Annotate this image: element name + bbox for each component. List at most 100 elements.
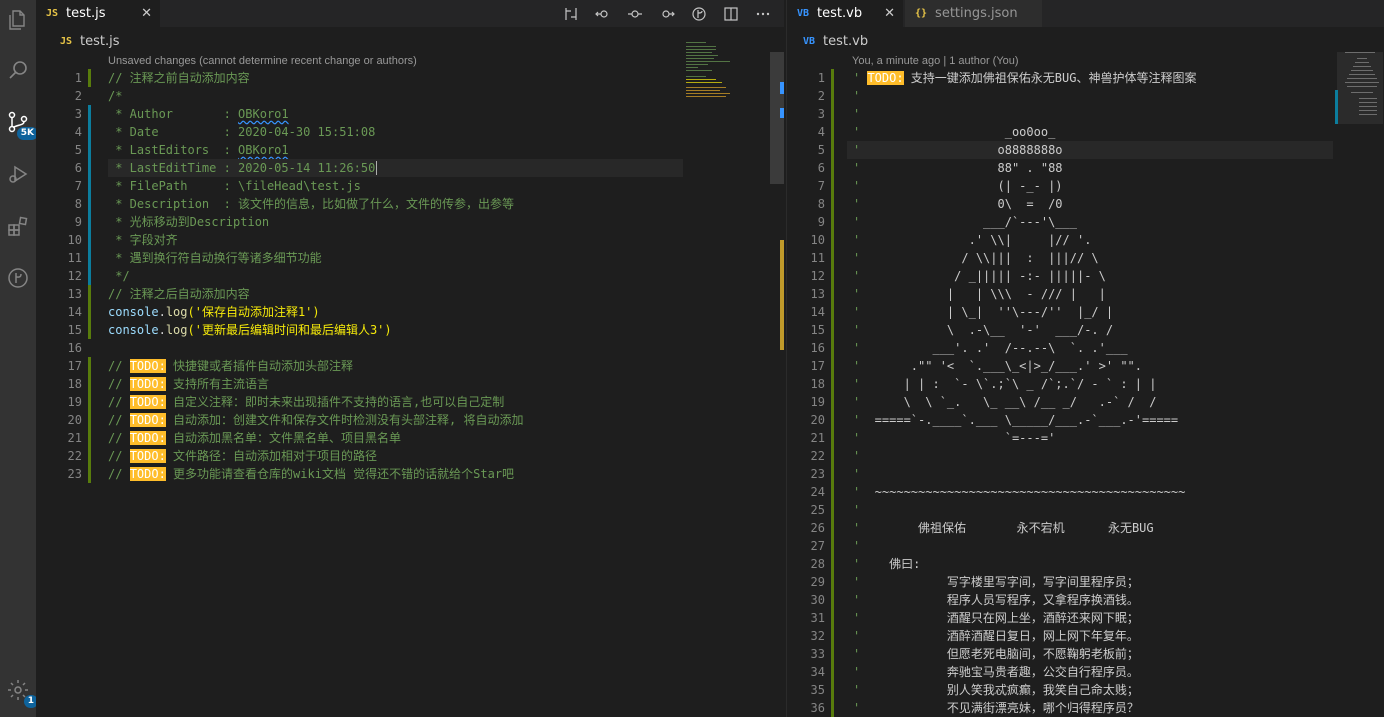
- gutter-change-indicator[interactable]: [831, 321, 834, 339]
- go-forward-icon[interactable]: [658, 5, 676, 23]
- gutter-change-indicator[interactable]: [831, 519, 834, 537]
- codelens-authorship[interactable]: Unsaved changes (cannot determine recent…: [108, 55, 417, 67]
- gutter-change-indicator[interactable]: [88, 303, 91, 321]
- code-line[interactable]: 24 ' ~~~~~~~~~~~~~~~~~~~~~~~~~~~~~~~~~~~~…: [787, 483, 1384, 501]
- gutter-change-indicator[interactable]: [831, 573, 834, 591]
- tab-test-vb[interactable]: VB test.vb ✕: [787, 0, 904, 27]
- code-line[interactable]: 14 ' | \_| ''\---/'' |_/ |: [787, 303, 1384, 321]
- gutter-change-indicator[interactable]: [831, 303, 834, 321]
- gutter-change-indicator[interactable]: [88, 411, 91, 429]
- more-actions-icon[interactable]: [754, 5, 772, 23]
- code-line[interactable]: 4 * Date : 2020-04-30 15:51:08: [36, 123, 784, 141]
- source-control-icon[interactable]: 5K: [4, 108, 38, 140]
- code-line[interactable]: 29 ' 写字楼里写字间，写字间里程序员；: [787, 573, 1384, 591]
- code-line[interactable]: 6 ' 88" . "88: [787, 159, 1384, 177]
- gutter-change-indicator[interactable]: [831, 267, 834, 285]
- code-line[interactable]: 23 ': [787, 465, 1384, 483]
- gutter-change-indicator[interactable]: [831, 555, 834, 573]
- gutter-change-indicator[interactable]: [831, 483, 834, 501]
- code-line[interactable]: 14 console.log('保存自动添加注释1'): [36, 303, 784, 321]
- gutter-change-indicator[interactable]: [831, 699, 834, 717]
- code-line[interactable]: 27 ': [787, 537, 1384, 555]
- gutter-change-indicator[interactable]: [831, 663, 834, 681]
- gutter-change-indicator[interactable]: [88, 285, 91, 303]
- code-line[interactable]: 5 * LastEditors : OBKoro1: [36, 141, 784, 159]
- gutter-change-indicator[interactable]: [88, 213, 91, 231]
- code-line[interactable]: 30 ' 程序人员写程序，又拿程序换酒钱。: [787, 591, 1384, 609]
- code-line[interactable]: 9 ' ___/`---'\___: [787, 213, 1384, 231]
- gutter-change-indicator[interactable]: [88, 177, 91, 195]
- code-line[interactable]: 21 ' `=---=': [787, 429, 1384, 447]
- code-line[interactable]: 3 * Author : OBKoro1: [36, 105, 784, 123]
- code-line[interactable]: 5 ' o8888888o: [787, 141, 1384, 159]
- tab-test-js[interactable]: JS test.js ✕: [36, 0, 161, 27]
- spellcheck-squiggle[interactable]: OBKoro1: [238, 107, 289, 121]
- code-line[interactable]: 9 * 光标移动到Description: [36, 213, 784, 231]
- go-back-icon[interactable]: [594, 5, 612, 23]
- code-line[interactable]: 4 ' _oo0oo_: [787, 123, 1384, 141]
- gutter-change-indicator[interactable]: [88, 447, 91, 465]
- code-line[interactable]: 17 ' ."" '< `.___\_<|>_/___.' >' "".: [787, 357, 1384, 375]
- code-line[interactable]: 34 ' 奔驰宝马贵者趣，公交自行程序员。: [787, 663, 1384, 681]
- code-line[interactable]: 13 // 注释之后自动添加内容: [36, 285, 784, 303]
- code-line[interactable]: 7 * FilePath : \fileHead\test.js: [36, 177, 784, 195]
- code-line[interactable]: 8 ' 0\ = /0: [787, 195, 1384, 213]
- gutter-change-indicator[interactable]: [831, 339, 834, 357]
- gutter-change-indicator[interactable]: [88, 465, 91, 483]
- gutter-change-indicator[interactable]: [831, 393, 834, 411]
- code-line[interactable]: 33 ' 但愿老死电脑间，不愿鞠躬老板前；: [787, 645, 1384, 663]
- split-editor-icon[interactable]: [722, 5, 740, 23]
- git-lens-icon[interactable]: [690, 5, 708, 23]
- code-line[interactable]: 21 // TODO: 自动添加黑名单：文件黑名单、项目黑名单: [36, 429, 784, 447]
- code-line[interactable]: 18 ' | | : `- \`.;`\ _ /`;.`/ - ` : | |: [787, 375, 1384, 393]
- gutter-change-indicator[interactable]: [88, 267, 91, 285]
- code-line[interactable]: 16: [36, 339, 784, 357]
- gutter-change-indicator[interactable]: [88, 195, 91, 213]
- code-line[interactable]: 26 ' 佛祖保佑 永不宕机 永无BUG: [787, 519, 1384, 537]
- gutter-change-indicator[interactable]: [831, 681, 834, 699]
- gutter-change-indicator[interactable]: [831, 591, 834, 609]
- gutter-change-indicator[interactable]: [88, 357, 91, 375]
- code-line[interactable]: 20 ' =====`-.____`.___ \_____/___.-`___.-…: [787, 411, 1384, 429]
- gutter-change-indicator[interactable]: [831, 105, 834, 123]
- gutter-change-indicator[interactable]: [831, 141, 834, 159]
- code-line[interactable]: 10 * 字段对齐: [36, 231, 784, 249]
- code-line[interactable]: 22 ': [787, 447, 1384, 465]
- code-line[interactable]: 22 // TODO: 文件路径：自动添加相对于项目的路径: [36, 447, 784, 465]
- code-line[interactable]: 17 // TODO: 快捷键或者插件自动添加头部注释: [36, 357, 784, 375]
- compare-changes-icon[interactable]: [562, 5, 580, 23]
- minimap-slider[interactable]: [1337, 52, 1383, 124]
- code-line[interactable]: 15 ' \ .-\__ '-' ___/-. /: [787, 321, 1384, 339]
- gutter-change-indicator[interactable]: [831, 159, 834, 177]
- code-line[interactable]: 35 ' 别人笑我忒疯癫，我笑自己命太贱；: [787, 681, 1384, 699]
- run-debug-icon[interactable]: [4, 160, 32, 188]
- gutter-change-indicator[interactable]: [88, 429, 91, 447]
- code-line[interactable]: 18 // TODO: 支持所有主流语言: [36, 375, 784, 393]
- code-line[interactable]: 15 console.log('更新最后编辑时间和最后编辑人3'): [36, 321, 784, 339]
- code-line[interactable]: 28 ' 佛曰:: [787, 555, 1384, 573]
- gutter-change-indicator[interactable]: [88, 393, 91, 411]
- gutter-change-indicator[interactable]: [831, 249, 834, 267]
- code-line[interactable]: 7 ' (| -_- |): [787, 177, 1384, 195]
- gutter-change-indicator[interactable]: [831, 447, 834, 465]
- breadcrumb[interactable]: JS test.js: [36, 27, 784, 55]
- code-line[interactable]: 8 * Description : 该文件的信息，比如做了什么，文件的传参，出参…: [36, 195, 784, 213]
- gutter-change-indicator[interactable]: [831, 537, 834, 555]
- code-line[interactable]: 20 // TODO: 自动添加：创建文件和保存文件时检测没有头部注释, 将自动添…: [36, 411, 784, 429]
- gutter-change-indicator[interactable]: [88, 321, 91, 339]
- gutter-change-indicator[interactable]: [88, 69, 91, 87]
- code-line[interactable]: 1 // 注释之前自动添加内容: [36, 69, 784, 87]
- code-line[interactable]: 16 ' ___'. .' /--.--\ `. .'___: [787, 339, 1384, 357]
- gutter-change-indicator[interactable]: [831, 501, 834, 519]
- code-line[interactable]: 12 */: [36, 267, 784, 285]
- gutter-change-indicator[interactable]: [831, 465, 834, 483]
- gutter-change-indicator[interactable]: [831, 213, 834, 231]
- gutter-change-indicator[interactable]: [831, 231, 834, 249]
- code-line[interactable]: 11 * 遇到换行符自动换行等诸多细节功能: [36, 249, 784, 267]
- code-line[interactable]: 1 ' TODO: 支持一键添加佛祖保佑永无BUG、神兽护体等注释图案: [787, 69, 1384, 87]
- gutter-change-indicator[interactable]: [831, 645, 834, 663]
- gutter-change-indicator[interactable]: [88, 105, 91, 123]
- gutter-change-indicator[interactable]: [831, 177, 834, 195]
- gutter-change-indicator[interactable]: [831, 123, 834, 141]
- code-line[interactable]: 25 ': [787, 501, 1384, 519]
